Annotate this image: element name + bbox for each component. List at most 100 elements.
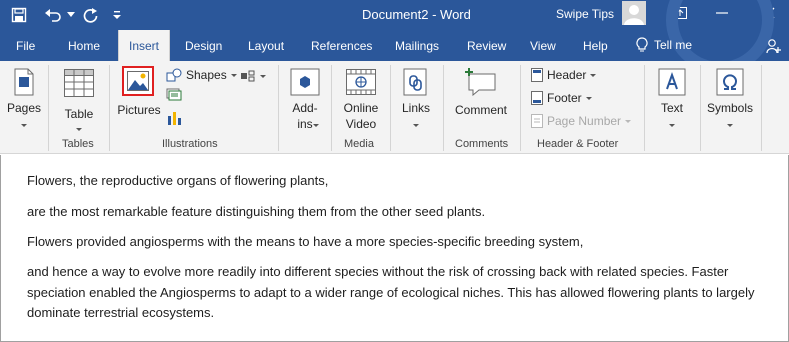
header-button[interactable]: Header xyxy=(531,68,597,82)
omega-symbol-icon xyxy=(716,68,744,96)
divider xyxy=(48,65,49,151)
tell-me-search[interactable]: Tell me xyxy=(636,37,692,53)
header-icon xyxy=(531,68,543,82)
divider xyxy=(278,65,279,151)
links-caret-icon xyxy=(413,124,419,127)
tell-me-label: Tell me xyxy=(654,38,693,52)
pages-label: Pages xyxy=(6,101,42,115)
pages-caret-icon xyxy=(21,124,27,127)
shapes-button[interactable]: Shapes xyxy=(166,68,237,82)
ribbon-tab-bar: File Home Insert Design Layout Reference… xyxy=(0,0,789,70)
comment-label: Comment xyxy=(454,103,507,117)
addins-button[interactable]: Add- ins xyxy=(284,65,326,135)
comment-icon xyxy=(465,68,496,96)
header-caret-icon xyxy=(590,73,597,77)
page-number-label: Page Number xyxy=(547,114,622,128)
customize-quick-access-icon[interactable] xyxy=(110,0,124,30)
ribbon-insert: Pages Table Tables Pictures Shapes Illus… xyxy=(0,61,789,154)
chart-button[interactable] xyxy=(166,110,182,126)
footer-button[interactable]: Footer xyxy=(531,91,592,105)
pictures-button[interactable]: Pictures xyxy=(116,65,162,135)
smartart-caret-icon xyxy=(260,74,266,78)
chart-icon xyxy=(168,112,181,125)
redo-icon[interactable] xyxy=(80,0,102,30)
page-number-caret-icon xyxy=(625,119,632,123)
tab-file[interactable]: File xyxy=(16,39,35,53)
tab-insert[interactable]: Insert xyxy=(118,30,171,61)
divider xyxy=(390,65,391,151)
table-button[interactable]: Table xyxy=(55,65,103,135)
pictures-label: Pictures xyxy=(117,103,161,117)
document-paragraph-2[interactable]: are the most remarkable feature distingu… xyxy=(27,202,787,223)
table-caret-icon xyxy=(76,128,82,131)
addins-label-line1: Add- xyxy=(292,101,318,115)
smartart-icon xyxy=(241,70,255,82)
tab-help[interactable]: Help xyxy=(583,39,608,53)
tab-view[interactable]: View xyxy=(530,39,556,53)
text-caret-icon xyxy=(669,124,675,127)
pages-icon xyxy=(14,68,34,96)
symbols-caret-icon xyxy=(727,124,733,127)
addins-icon xyxy=(290,68,320,96)
footer-label: Footer xyxy=(547,91,582,105)
text-label: Text xyxy=(660,101,683,115)
divider xyxy=(331,65,332,151)
text-box-icon xyxy=(658,68,686,96)
screenshot-button[interactable] xyxy=(166,88,182,102)
online-video-icon xyxy=(346,69,376,95)
tab-references[interactable]: References xyxy=(311,39,372,53)
document-paragraph-4[interactable]: and hence a way to evolve more readily i… xyxy=(27,262,787,324)
divider xyxy=(109,65,110,151)
decorative-arc-icon xyxy=(666,0,774,70)
user-name[interactable]: Swipe Tips xyxy=(556,7,614,21)
addins-caret-icon xyxy=(313,124,319,127)
table-label: Table xyxy=(64,107,94,121)
document-paragraph-3[interactable]: Flowers provided angiosperms with the me… xyxy=(27,232,787,253)
divider xyxy=(443,65,444,151)
divider xyxy=(520,65,521,151)
symbols-label: Symbols xyxy=(706,101,753,115)
page-number-button[interactable]: Page Number xyxy=(531,114,632,128)
tab-review[interactable]: Review xyxy=(467,39,506,53)
document-paragraph-1[interactable]: Flowers, the reproductive organs of flow… xyxy=(27,171,787,192)
header-footer-group-label: Header & Footer xyxy=(537,138,619,150)
tab-layout[interactable]: Layout xyxy=(248,39,284,53)
illustrations-group-label: Illustrations xyxy=(162,138,218,150)
online-video-label-line1: Online xyxy=(343,101,379,115)
links-icon xyxy=(403,68,427,96)
shapes-label: Shapes xyxy=(186,68,227,82)
divider xyxy=(644,65,645,151)
media-group-label: Media xyxy=(344,138,374,150)
footer-caret-icon xyxy=(585,96,592,100)
divider xyxy=(761,65,762,151)
pictures-icon xyxy=(127,71,149,91)
links-label: Links xyxy=(401,101,430,115)
divider xyxy=(700,65,701,151)
lightbulb-icon xyxy=(636,37,648,52)
document-title: Document2 - Word xyxy=(362,7,471,22)
header-label: Header xyxy=(547,68,587,82)
shapes-caret-icon xyxy=(230,73,237,77)
text-button[interactable]: Text xyxy=(650,65,694,135)
tables-group-label: Tables xyxy=(62,138,94,150)
screenshot-icon xyxy=(166,88,182,101)
save-icon[interactable] xyxy=(8,0,30,30)
tab-home[interactable]: Home xyxy=(68,39,100,53)
footer-icon xyxy=(531,91,543,105)
online-video-button[interactable]: Online Video xyxy=(337,65,385,135)
symbols-button[interactable]: Symbols xyxy=(705,65,755,135)
undo-icon[interactable] xyxy=(40,0,66,30)
share-icon[interactable] xyxy=(766,38,782,54)
tab-mailings[interactable]: Mailings xyxy=(395,39,439,53)
document-body[interactable]: Flowers, the reproductive organs of flow… xyxy=(0,155,789,342)
online-video-label-line2: Video xyxy=(345,117,377,131)
table-icon xyxy=(64,69,94,97)
smartart-button[interactable] xyxy=(240,70,266,82)
addins-label-line2: ins xyxy=(297,117,313,131)
undo-dropdown-icon[interactable] xyxy=(66,0,76,30)
pictures-highlight-box xyxy=(122,66,154,96)
pages-button[interactable]: Pages xyxy=(6,65,42,135)
links-button[interactable]: Links xyxy=(396,65,436,135)
comment-button[interactable]: Comment xyxy=(449,65,513,135)
tab-design[interactable]: Design xyxy=(185,39,222,53)
